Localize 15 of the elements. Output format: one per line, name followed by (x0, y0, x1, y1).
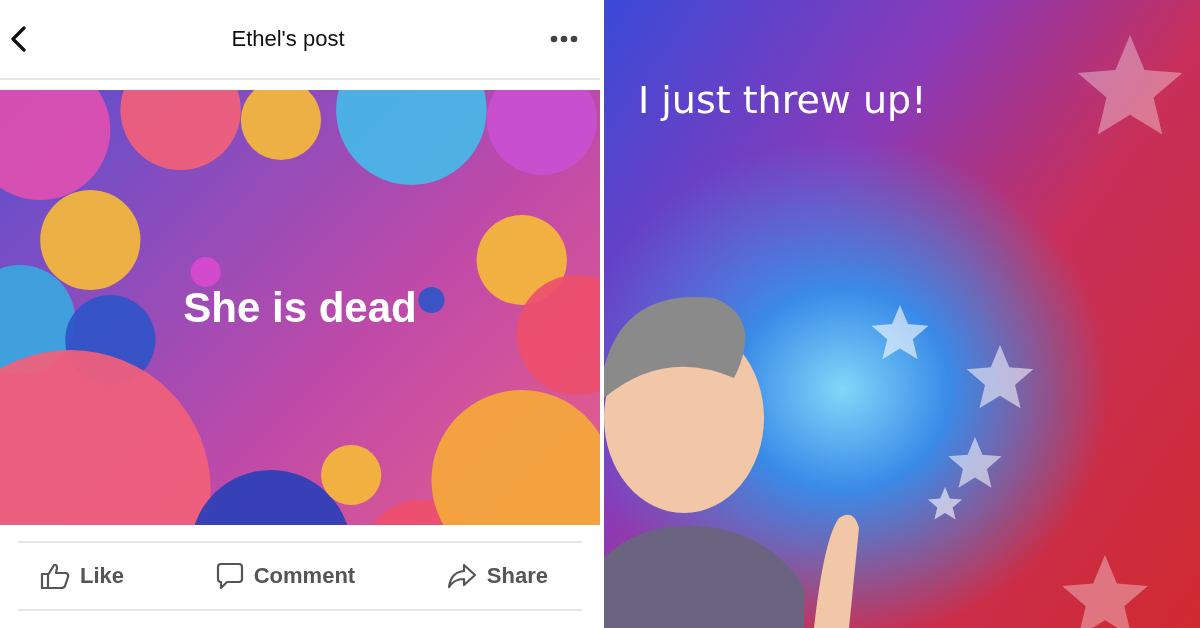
more-icon[interactable] (550, 35, 578, 43)
post-text: She is dead (183, 283, 417, 332)
screen-title: Ethel's post (231, 26, 345, 52)
like-button[interactable]: Like (36, 558, 129, 594)
balloon-shape (190, 257, 221, 287)
star-shape (871, 305, 929, 360)
share-arrow-icon (446, 563, 477, 589)
balloon-shape (418, 287, 445, 313)
speech-bubble-icon (215, 562, 244, 590)
comment-button[interactable]: Comment (211, 558, 360, 594)
story-caption: I just threw up! (638, 78, 927, 122)
back-icon[interactable] (10, 26, 26, 52)
star-shape (966, 345, 1034, 409)
share-button[interactable]: Share (442, 559, 552, 593)
thumbs-up-icon (40, 562, 70, 590)
